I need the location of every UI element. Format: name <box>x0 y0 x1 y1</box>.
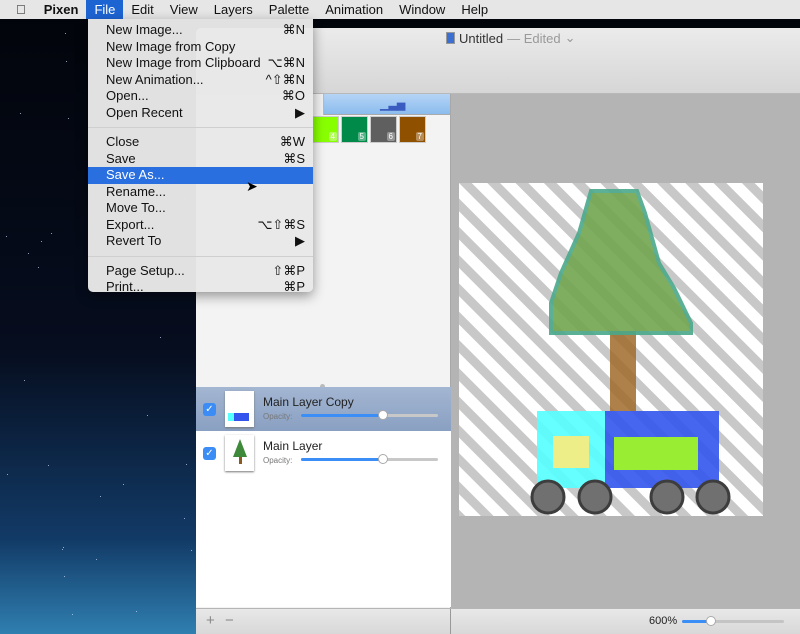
menu-item-close[interactable]: Close ⌘W <box>88 134 313 151</box>
menu-layers[interactable]: Layers <box>206 0 261 19</box>
window-title[interactable]: Untitled — Edited ⌄ <box>446 30 575 46</box>
menu-file[interactable]: File <box>86 0 124 19</box>
menu-item-label: Revert To <box>106 233 162 248</box>
menu-item-move-to[interactable]: Move To... <box>88 200 313 217</box>
color-swatch[interactable]: 6 <box>370 116 397 143</box>
submenu-arrow-icon: ▶ <box>295 233 305 248</box>
swatch-number: 4 <box>328 132 337 141</box>
color-swatch[interactable]: 5 <box>341 116 368 143</box>
menu-item-label: Close <box>106 134 140 149</box>
menu-item-save-as[interactable]: Save As... <box>88 167 313 184</box>
menu-item-label: Save <box>106 150 136 166</box>
menu-item-label: Page Setup... <box>106 262 185 278</box>
submenu-arrow-icon: ▶ <box>295 104 305 120</box>
shortcut: ⇧⌘P <box>272 262 305 278</box>
menu-palette[interactable]: Palette <box>261 0 317 19</box>
menu-item-new-animation[interactable]: New Animation... ^⇧⌘N <box>88 72 313 89</box>
layer-visibility-checkbox[interactable]: ✓ <box>203 403 216 416</box>
document-icon <box>446 32 455 44</box>
chevron-down-icon: ⌄ <box>564 30 576 45</box>
menu-separator <box>88 255 313 257</box>
menu-window[interactable]: Window <box>391 0 453 19</box>
add-layer-button[interactable]: + <box>206 612 215 629</box>
shortcut: ⌘S <box>283 150 305 166</box>
menu-item-export[interactable]: Export... ⌥⇧⌘S <box>88 217 313 234</box>
shortcut: ⌘P <box>283 279 305 294</box>
zoom-slider[interactable] <box>682 616 784 626</box>
bottom-bar: + − 600% <box>196 608 800 634</box>
layers-list: ✓ Main Layer Copy Opacity: ✓ Main Layer … <box>196 387 451 607</box>
shortcut: ⌘N <box>282 22 305 37</box>
menu-item-new-image-from-copy[interactable]: New Image from Copy <box>88 39 313 56</box>
menu-bar:  Pixen File Edit View Layers Palette An… <box>0 0 800 19</box>
file-menu: New Image... ⌘N New Image from Copy New Ima… <box>88 19 313 294</box>
wheel <box>649 479 685 515</box>
color-swatch[interactable]: 4 <box>312 116 339 143</box>
wheel <box>530 479 566 515</box>
shortcut: ⌥⇧⌘S <box>257 216 305 232</box>
color-swatch[interactable]: 7 <box>399 116 426 143</box>
menu-item-revert-to[interactable]: Revert To ▶ <box>88 233 313 250</box>
layer-name: Main Layer <box>263 439 323 453</box>
menu-item-new-image-from-clipboard[interactable]: New Image from Clipboard ⌥⌘N <box>88 55 313 72</box>
menu-item-label: New Image from Copy <box>106 38 236 54</box>
swatch-number: 5 <box>357 132 366 141</box>
pixel-canvas[interactable] <box>459 183 763 516</box>
menu-item-label: Rename... <box>106 183 166 199</box>
layer-name: Main Layer Copy <box>263 395 354 409</box>
wheel <box>695 479 731 515</box>
edited-label: — Edited <box>507 30 561 46</box>
wheel <box>577 479 613 515</box>
menu-view[interactable]: View <box>162 0 206 19</box>
opacity-slider[interactable] <box>301 454 438 464</box>
menu-item-label: Open Recent <box>106 104 183 120</box>
swatch-number: 7 <box>415 132 424 141</box>
menu-item-open-recent[interactable]: Open Recent ▶ <box>88 105 313 122</box>
menu-item-label: Save As... <box>106 167 165 182</box>
menu-item-save[interactable]: Save ⌘S <box>88 151 313 168</box>
layer-row[interactable]: ✓ Main Layer Copy Opacity: <box>196 387 451 431</box>
menu-item-label: New Image... <box>106 22 183 37</box>
menu-item-print[interactable]: Print... ⌘P <box>88 279 313 296</box>
zoom-slider-knob[interactable] <box>705 616 716 626</box>
menu-animation[interactable]: Animation <box>317 0 391 19</box>
menu-separator <box>88 127 313 128</box>
menu-item-label: Print... <box>106 279 144 294</box>
menu-item-label: Export... <box>106 216 155 232</box>
opacity-label: Opacity: <box>263 456 293 465</box>
menu-item-label: New Animation... <box>106 71 204 87</box>
menu-item-rename[interactable]: Rename... <box>88 184 313 201</box>
menu-item-label: New Image from Clipboard <box>106 55 261 70</box>
menu-pixen[interactable]: Pixen <box>36 0 87 19</box>
shortcut: ⌥⌘N <box>267 55 305 70</box>
swatch-number: 6 <box>386 132 395 141</box>
layer-row[interactable]: ✓ Main Layer Opacity: <box>196 431 451 475</box>
zoom-level: 600% <box>649 615 678 627</box>
layer-visibility-checkbox[interactable]: ✓ <box>203 447 216 460</box>
menu-item-page-setup[interactable]: Page Setup... ⇧⌘P <box>88 263 313 280</box>
menu-item-open[interactable]: Open... ⌘O <box>88 88 313 105</box>
menu-edit[interactable]: Edit <box>123 0 161 19</box>
menu-item-label: Move To... <box>106 200 166 215</box>
shortcut: ^⇧⌘N <box>265 71 305 87</box>
layer-thumbnail <box>225 435 254 471</box>
truck-window <box>553 436 589 468</box>
remove-layer-button[interactable]: − <box>225 612 234 629</box>
menu-help[interactable]: Help <box>453 0 496 19</box>
shortcut: ⌘W <box>279 134 305 149</box>
menu-item-new-image[interactable]: New Image... ⌘N <box>88 22 313 39</box>
layer-thumbnail <box>225 391 254 427</box>
tree-trunk <box>610 331 636 411</box>
truck-panel <box>614 437 698 470</box>
opacity-label: Opacity: <box>263 412 293 421</box>
canvas-area[interactable] <box>451 94 800 608</box>
chart-bars-icon[interactable]: ▁▃▅ <box>380 98 405 111</box>
title-text: Untitled <box>459 30 504 46</box>
opacity-slider[interactable] <box>301 410 438 420</box>
apple-menu-icon[interactable]:  <box>0 0 36 19</box>
shortcut: ⌘O <box>281 88 305 103</box>
mouse-cursor: ➤ <box>246 178 258 194</box>
menu-item-label: Open... <box>106 88 149 103</box>
